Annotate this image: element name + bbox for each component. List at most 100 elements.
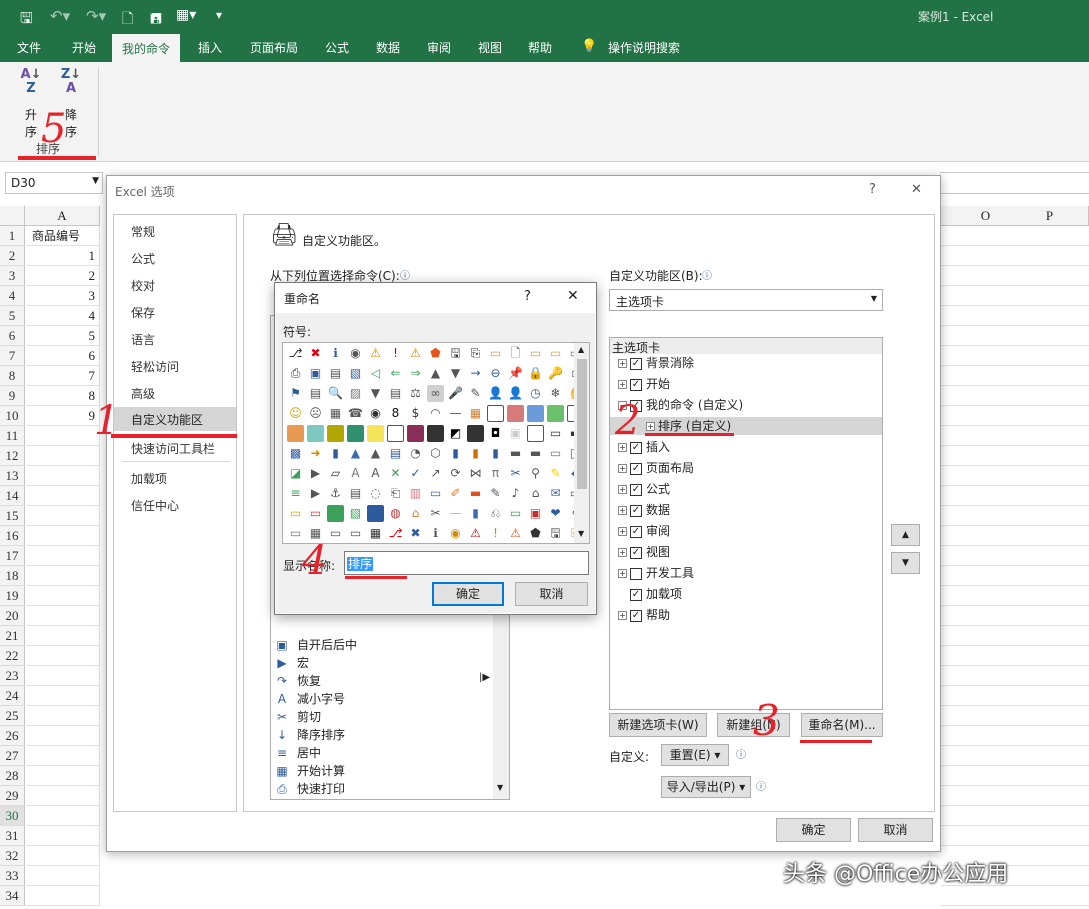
cell-row-right[interactable] xyxy=(941,406,1089,426)
cell-a[interactable]: 4 xyxy=(26,306,100,326)
tree-item[interactable]: + ✓ 背景消除 xyxy=(618,354,694,372)
symbol-icon[interactable]: ◠ xyxy=(427,405,444,422)
symbol-icon[interactable]: ⚓ xyxy=(327,485,344,502)
symbol-icon[interactable] xyxy=(507,405,524,422)
symbol-icon[interactable]: ♪ xyxy=(507,485,524,502)
tab-my-commands[interactable]: 我的命令 xyxy=(112,34,181,62)
row-header[interactable]: 17 xyxy=(0,546,25,566)
symbol-icon[interactable]: ❄ xyxy=(547,385,564,402)
cell-row-right[interactable] xyxy=(941,546,1089,566)
cell-a[interactable] xyxy=(26,506,100,526)
command-item[interactable]: ▦ 开始计算 xyxy=(275,762,345,780)
cell-row-right[interactable] xyxy=(941,486,1089,506)
new-tab-button[interactable]: 新建选项卡(W) xyxy=(609,713,707,737)
cell-row-right[interactable] xyxy=(941,726,1089,746)
nav-accessibility[interactable]: 轻松访问 xyxy=(131,358,179,375)
cell-a[interactable] xyxy=(26,546,100,566)
symbol-icon[interactable]: ◩ xyxy=(447,425,464,442)
command-item[interactable]: ↓ 降序排序 xyxy=(275,726,345,744)
tab-view[interactable]: 视图 xyxy=(478,39,502,56)
symbol-icon[interactable]: ▼ xyxy=(447,365,464,382)
symbol-icon[interactable] xyxy=(327,425,344,442)
row-header[interactable]: 20 xyxy=(0,606,25,626)
symbol-icon[interactable]: ∞ xyxy=(427,385,444,402)
symbol-icon[interactable]: 🔑 xyxy=(547,365,564,382)
symbol-icon[interactable]: ⚲ xyxy=(527,465,544,482)
row-header[interactable]: 18 xyxy=(0,566,25,586)
symbol-icon[interactable]: ▣ xyxy=(307,365,324,382)
symbol-icon[interactable]: ▭ xyxy=(547,425,564,442)
symbol-icon[interactable]: ⌂ xyxy=(407,505,424,522)
symbol-icon[interactable]: ▬ xyxy=(527,445,544,462)
nav-trust-center[interactable]: 信任中心 xyxy=(131,497,179,514)
symbol-icon[interactable]: ◌ xyxy=(367,485,384,502)
row-header[interactable]: 7 xyxy=(0,346,25,366)
expand-toggle-icon[interactable]: + xyxy=(618,611,627,620)
select-all-corner[interactable] xyxy=(0,206,25,226)
symbol-icon[interactable]: ▥ xyxy=(407,485,424,502)
rename-cancel-button[interactable]: 取消 xyxy=(515,582,588,606)
symbol-icon[interactable]: ▲ xyxy=(367,445,384,462)
cell-a[interactable] xyxy=(26,866,100,886)
command-item[interactable]: ▣ 自开后后中 xyxy=(275,636,357,654)
symbol-icon[interactable]: ▭ xyxy=(487,345,504,362)
symbol-icon[interactable]: ✉ xyxy=(547,485,564,502)
symbol-icon[interactable]: ◍ xyxy=(387,505,404,522)
cell-a[interactable] xyxy=(26,426,100,446)
touch-icon[interactable]: ▦▾ xyxy=(176,7,196,23)
cell-row-right[interactable] xyxy=(941,386,1089,406)
cell-row-right[interactable] xyxy=(941,326,1089,346)
symbol-icon[interactable]: ▨ xyxy=(347,385,364,402)
symbol-icon[interactable]: ⚖ xyxy=(407,385,424,402)
expand-toggle-icon[interactable]: + xyxy=(618,443,627,452)
cell-a[interactable] xyxy=(26,886,100,906)
tab-page-layout[interactable]: 页面布局 xyxy=(250,39,298,56)
symbol-icon[interactable]: ▭ xyxy=(427,485,444,502)
redo-icon[interactable]: ↷▾ xyxy=(86,7,106,25)
symbol-icon[interactable]: ▮ xyxy=(487,445,504,462)
symbol-icon[interactable]: ✂ xyxy=(507,465,524,482)
tell-me-search[interactable]: 操作说明搜索 xyxy=(608,39,680,56)
move-up-button[interactable]: ▲ xyxy=(891,524,920,546)
cell-row-right[interactable] xyxy=(941,366,1089,386)
symbol-icon[interactable]: ⎗ xyxy=(387,485,404,502)
cell-a[interactable] xyxy=(26,446,100,466)
expand-toggle-icon[interactable]: + xyxy=(618,485,627,494)
rename-button[interactable]: 重命名(M)... xyxy=(801,713,883,737)
checkbox[interactable]: ✓ xyxy=(630,609,642,622)
row-header[interactable]: 21 xyxy=(0,626,25,646)
row-header[interactable]: 19 xyxy=(0,586,25,606)
nav-quick-access-toolbar[interactable]: 快速访问工具栏 xyxy=(131,440,215,457)
cell-a[interactable]: 6 xyxy=(26,346,100,366)
save-as-icon[interactable]: 🖪 xyxy=(150,8,162,32)
symbol-icon[interactable]: ◷ xyxy=(527,385,544,402)
symbol-icon[interactable] xyxy=(307,425,324,442)
symbol-icon[interactable]: ▭ xyxy=(527,345,544,362)
symbol-icon[interactable]: ▭ xyxy=(547,345,564,362)
symbol-icon[interactable]: — xyxy=(447,505,464,522)
row-header[interactable]: 10 xyxy=(0,406,25,426)
cell-a[interactable]: 9 xyxy=(26,406,100,426)
symbol-icon[interactable]: ▤ xyxy=(387,385,404,402)
expand-toggle-icon[interactable]: + xyxy=(618,569,627,578)
symbol-icon[interactable]: ✓ xyxy=(407,465,424,482)
symbol-icon[interactable]: π xyxy=(487,465,504,482)
cell-row-right[interactable] xyxy=(941,706,1089,726)
display-name-field[interactable]: 排序 xyxy=(344,551,589,575)
checkbox[interactable]: ✓ xyxy=(630,462,642,475)
symbol-icon[interactable] xyxy=(527,425,544,442)
symbol-icon[interactable]: ⌂ xyxy=(527,485,544,502)
row-header[interactable]: 2 xyxy=(0,246,25,266)
cell-row-right[interactable] xyxy=(941,566,1089,586)
tree-item[interactable]: + 开发工具 xyxy=(618,564,694,582)
nav-formulas[interactable]: 公式 xyxy=(131,250,155,267)
cell-a[interactable] xyxy=(26,606,100,626)
row-header[interactable]: 28 xyxy=(0,766,25,786)
row-header[interactable]: 31 xyxy=(0,826,25,846)
symbol-icon[interactable]: ⎙ xyxy=(287,365,304,382)
row-header[interactable]: 22 xyxy=(0,646,25,666)
ribbon-tree[interactable]: 主选项卡 + ✓ 背景消除 + ✓ 开始 − ✓ 我的命令 (自定义) + 排序 (自定义) + ✓ 插入… xyxy=(609,337,883,710)
nav-proofing[interactable]: 校对 xyxy=(131,277,155,294)
row-header[interactable]: 1 xyxy=(0,226,25,246)
symbol-icon[interactable]: ✂ xyxy=(427,505,444,522)
